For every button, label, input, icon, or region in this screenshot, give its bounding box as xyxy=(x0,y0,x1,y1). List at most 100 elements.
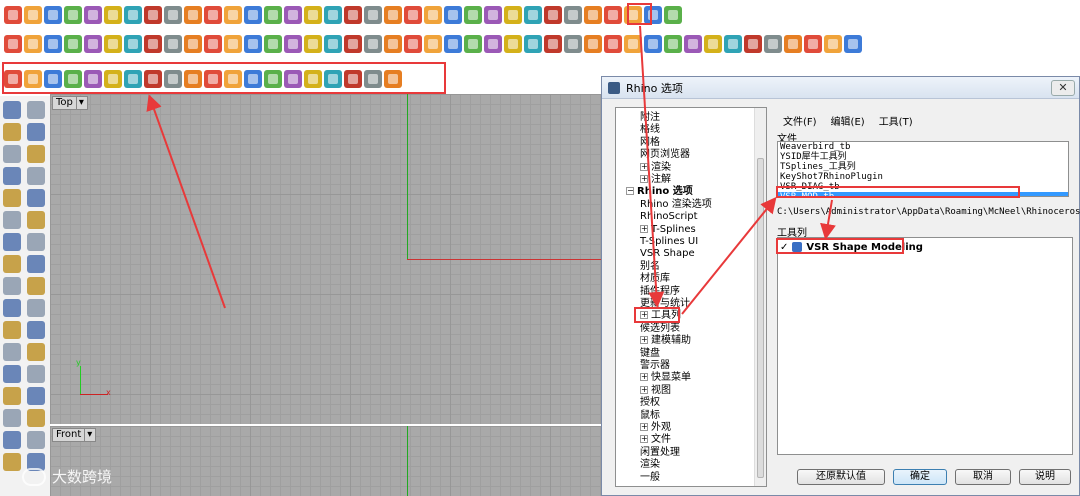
palette-tool-icon[interactable] xyxy=(3,211,21,229)
shape-u-icon[interactable] xyxy=(464,35,482,53)
palette-tool-icon[interactable] xyxy=(3,145,21,163)
palette-tool-icon[interactable] xyxy=(27,365,45,383)
file-list-item[interactable]: Weaverbird_tb xyxy=(778,142,1068,152)
ok-button[interactable]: 确定 xyxy=(893,469,947,485)
expand-toggle-icon[interactable]: + xyxy=(640,435,648,444)
tree-item[interactable]: Rhino 渲染选项 xyxy=(640,199,712,211)
palette-tool-icon[interactable] xyxy=(27,387,45,405)
cancel-button[interactable]: 取消 xyxy=(955,469,1011,485)
tree-item[interactable]: + 建模辅助 xyxy=(640,335,691,347)
power-icon[interactable] xyxy=(4,35,22,53)
tree-item[interactable]: 警示器 xyxy=(640,360,670,372)
new-file-icon[interactable] xyxy=(4,6,22,24)
tree-item[interactable]: + 外观 xyxy=(640,422,671,434)
palette-tool-icon[interactable] xyxy=(27,233,45,251)
help-button[interactable]: 说明 xyxy=(1019,469,1071,485)
palette-tool-icon[interactable] xyxy=(27,123,45,141)
zoom-selected-icon[interactable] xyxy=(284,6,302,24)
shape-d-icon[interactable] xyxy=(124,35,142,53)
shape-ai-icon[interactable] xyxy=(744,35,762,53)
import-icon[interactable] xyxy=(84,6,102,24)
shape-y-icon[interactable] xyxy=(544,35,562,53)
menu-file[interactable]: 文件(F) xyxy=(783,113,817,128)
shape-c-icon[interactable] xyxy=(104,35,122,53)
open-folder-icon[interactable] xyxy=(24,6,42,24)
zoom-window-icon[interactable] xyxy=(244,6,262,24)
shape-am-icon[interactable] xyxy=(824,35,842,53)
shape-ak-icon[interactable] xyxy=(784,35,802,53)
shape-x-icon[interactable] xyxy=(524,35,542,53)
tree-item[interactable]: 授权 xyxy=(640,397,660,409)
tree-item[interactable]: + 快显菜单 xyxy=(640,372,691,384)
shape-s-icon[interactable] xyxy=(424,35,442,53)
expand-toggle-icon[interactable]: + xyxy=(640,336,648,345)
save-icon[interactable] xyxy=(44,6,62,24)
palette-tool-icon[interactable] xyxy=(27,299,45,317)
tree-item[interactable]: VSR Shape xyxy=(640,248,695,260)
tree-item[interactable]: 一般 xyxy=(640,472,660,484)
palette-tool-icon[interactable] xyxy=(27,431,45,449)
car-icon[interactable] xyxy=(344,6,362,24)
tree-item[interactable]: 网格 xyxy=(640,137,660,149)
tree-item[interactable]: 格线 xyxy=(640,124,660,136)
sphere-render-icon[interactable] xyxy=(524,6,542,24)
dialog-titlebar[interactable]: Rhino 选项 xyxy=(602,77,1079,99)
rotate-view-icon[interactable] xyxy=(304,6,322,24)
shape-b-icon[interactable] xyxy=(84,35,102,53)
file-list-item[interactable]: KeyShot7RhinoPlugin xyxy=(778,172,1068,182)
render-color-icon[interactable] xyxy=(484,6,502,24)
tree-item[interactable]: 鼠标 xyxy=(640,410,660,422)
sphere-blue-icon[interactable] xyxy=(544,6,562,24)
tree-item[interactable]: + 文件 xyxy=(640,434,671,446)
tree-item[interactable]: 渲染 xyxy=(640,459,660,471)
tree-item[interactable]: 闲置处理 xyxy=(640,447,680,459)
palette-tool-icon[interactable] xyxy=(27,343,45,361)
expand-toggle-icon[interactable]: + xyxy=(640,224,648,233)
expand-toggle-icon[interactable]: + xyxy=(640,373,648,382)
palette-tool-icon[interactable] xyxy=(27,321,45,339)
shape-h-icon[interactable] xyxy=(204,35,222,53)
hide-icon[interactable] xyxy=(364,6,382,24)
palette-tool-icon[interactable] xyxy=(3,277,21,295)
palette-tool-icon[interactable] xyxy=(3,233,21,251)
front-viewport[interactable]: Front ▾ xyxy=(50,426,601,496)
vsr-icon[interactable] xyxy=(564,6,582,24)
shape-aj-icon[interactable] xyxy=(764,35,782,53)
shape-ad-icon[interactable] xyxy=(644,35,662,53)
shape-p-icon[interactable] xyxy=(364,35,382,53)
front-viewport-label[interactable]: Front ▾ xyxy=(52,428,97,442)
shape-l-icon[interactable] xyxy=(284,35,302,53)
tree-item[interactable]: 附注 xyxy=(640,112,660,124)
palette-tool-icon[interactable] xyxy=(3,343,21,361)
shade-icon[interactable] xyxy=(464,6,482,24)
expand-toggle-icon[interactable]: + xyxy=(640,175,648,183)
shape-w-icon[interactable] xyxy=(504,35,522,53)
file-list-item[interactable]: TSplines_工具列 xyxy=(778,162,1068,172)
file-list-item[interactable]: YSID犀牛工具列 xyxy=(778,152,1068,162)
chevron-down-icon[interactable]: ▾ xyxy=(84,429,92,441)
palette-tool-icon[interactable] xyxy=(27,189,45,207)
paste-icon[interactable] xyxy=(144,6,162,24)
palette-tool-icon[interactable] xyxy=(3,123,21,141)
palette-tool-icon[interactable] xyxy=(3,255,21,273)
tree-item[interactable]: − Rhino 选项 xyxy=(626,186,693,198)
shape-af-icon[interactable] xyxy=(684,35,702,53)
print-icon[interactable] xyxy=(64,6,82,24)
shape-v-icon[interactable] xyxy=(484,35,502,53)
shape-f-icon[interactable] xyxy=(164,35,182,53)
palette-tool-icon[interactable] xyxy=(27,167,45,185)
top-viewport-label[interactable]: Top ▾ xyxy=(52,96,88,110)
pan-hand-icon[interactable] xyxy=(184,6,202,24)
tree-item[interactable]: 材质库 xyxy=(640,273,670,285)
light-icon[interactable] xyxy=(424,6,442,24)
cut-icon[interactable] xyxy=(104,6,122,24)
palette-tool-icon[interactable] xyxy=(27,211,45,229)
shape-o-icon[interactable] xyxy=(344,35,362,53)
show-icon[interactable] xyxy=(384,6,402,24)
copy-icon[interactable] xyxy=(124,6,142,24)
four-view-icon[interactable] xyxy=(324,6,342,24)
menu-tools[interactable]: 工具(T) xyxy=(879,113,913,128)
tree-item[interactable]: T-Splines UI xyxy=(640,236,698,248)
palette-tool-icon[interactable] xyxy=(3,387,21,405)
refresh-icon[interactable] xyxy=(664,6,682,24)
